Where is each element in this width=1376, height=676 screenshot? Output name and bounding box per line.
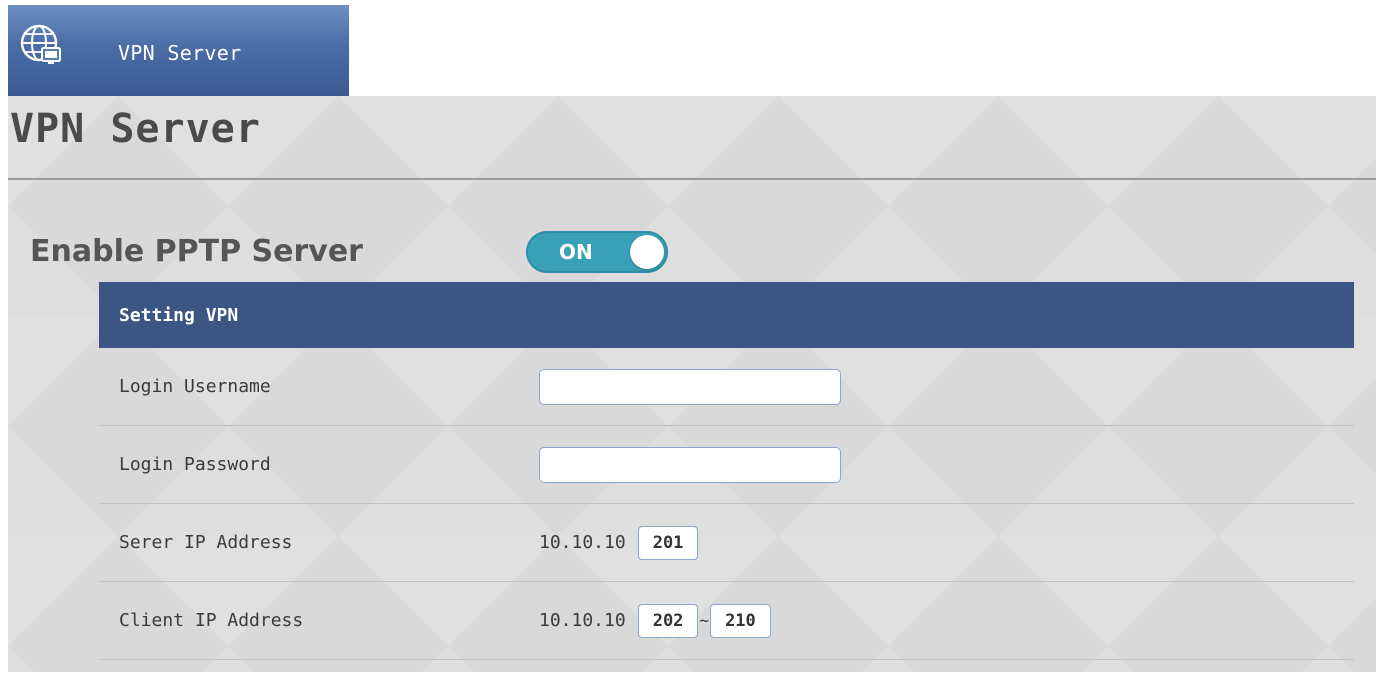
table-row: Login Password <box>99 426 1354 504</box>
toggle-knob[interactable] <box>630 235 664 269</box>
login-password-input[interactable] <box>539 446 841 483</box>
client-ip-label: Client IP Address <box>119 610 304 631</box>
login-username-label: Login Username <box>119 376 271 397</box>
enable-pptp-label: Enable PPTP Server <box>30 234 363 269</box>
server-ip-prefix: 10.10.10 <box>539 532 626 553</box>
page-title: VPN Server <box>10 106 261 152</box>
client-ip-start-input[interactable]: 202 <box>637 603 699 638</box>
login-username-input[interactable] <box>539 368 841 405</box>
title-divider <box>8 178 1376 180</box>
pptp-toggle[interactable]: ON <box>526 231 668 273</box>
settings-header: Setting VPN <box>99 282 1354 348</box>
toggle-state-label: ON <box>559 240 593 264</box>
table-row: Login Username <box>99 348 1354 426</box>
range-separator: ~ <box>699 611 710 630</box>
login-password-label: Login Password <box>119 454 271 475</box>
sidebar-item-vpn-server[interactable]: VPN Server <box>8 5 349 96</box>
server-ip-input[interactable]: 201 <box>637 525 699 560</box>
server-ip-label: Serer IP Address <box>119 532 293 553</box>
client-ip-end-input[interactable]: 210 <box>710 603 771 638</box>
sidebar-item-label: VPN Server <box>118 41 242 65</box>
settings-table: Setting VPN Login Username Login Passwor… <box>99 282 1354 660</box>
globe-icon <box>20 24 61 64</box>
client-ip-prefix: 10.10.10 <box>539 610 626 631</box>
vpn-server-panel: VPN Server Enable PPTP Server ON Setting… <box>8 96 1376 672</box>
table-row: Client IP Address 10.10.10 202 ~ 210 <box>99 582 1354 660</box>
table-row: Serer IP Address 10.10.10 201 <box>99 504 1354 582</box>
